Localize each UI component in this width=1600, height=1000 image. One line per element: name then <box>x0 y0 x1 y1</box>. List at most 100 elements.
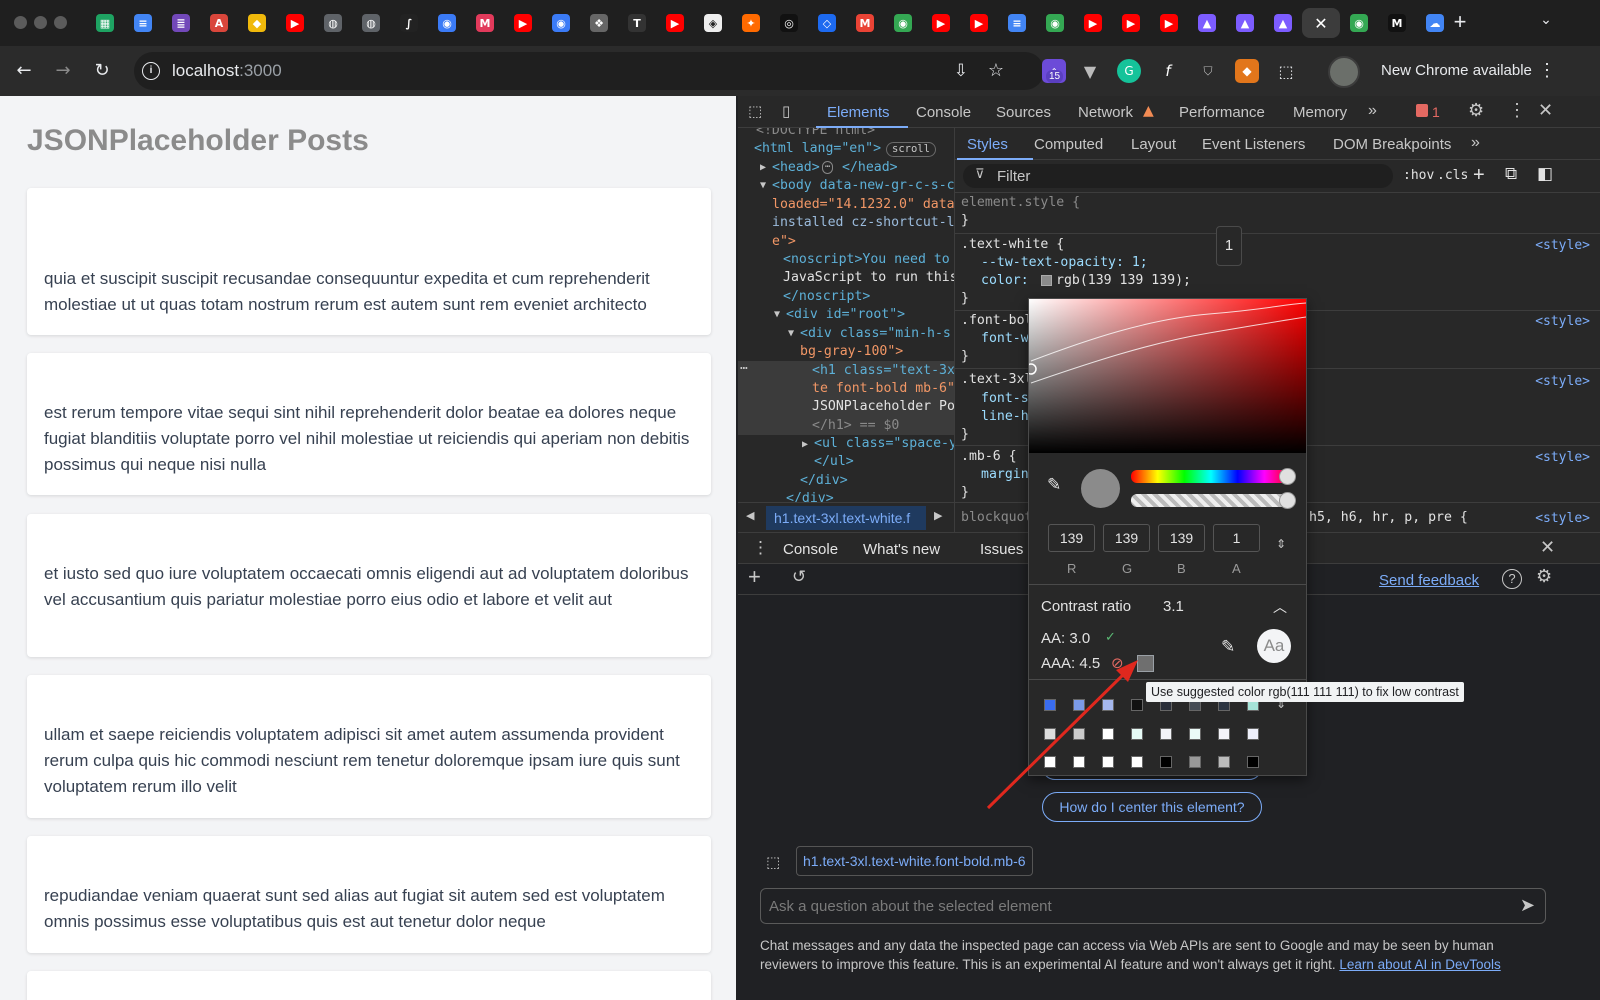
expand-arrow-icon[interactable]: ▶ <box>802 436 808 455</box>
ellipsis-badge[interactable]: ⋯ <box>822 161 834 174</box>
learn-more-link[interactable]: Learn about AI in DevTools <box>1339 957 1500 972</box>
forward-icon[interactable]: → <box>50 58 76 84</box>
drawer-tab-whats-new[interactable]: What's new <box>863 541 940 558</box>
style-property[interactable]: margin <box>981 466 1029 485</box>
browser-tab[interactable]: ▲ <box>1226 8 1264 38</box>
mb-6-selector[interactable]: .mb-6 { <box>961 448 1017 467</box>
rendering-emulation-icon[interactable]: ⧉ <box>1505 164 1517 184</box>
collapse-arrow-icon[interactable]: ▼ <box>774 306 780 325</box>
tab-network[interactable]: Network <box>1078 104 1133 121</box>
tab-elements[interactable]: Elements <box>827 104 890 121</box>
style-source-link[interactable]: <style> <box>1535 314 1590 329</box>
vue-devtools-icon[interactable]: ▼ <box>1078 59 1102 83</box>
more-tabs-icon[interactable]: » <box>1368 102 1377 120</box>
scroll-badge[interactable]: scroll <box>886 142 936 157</box>
drawer-settings-icon[interactable]: ⚙ <box>1536 566 1552 587</box>
tab-layout[interactable]: Layout <box>1131 136 1176 153</box>
browser-tab[interactable]: ≡ <box>998 8 1036 38</box>
browser-tab[interactable]: A <box>200 8 238 38</box>
browser-tab[interactable]: ◉ <box>1340 8 1378 38</box>
dom-line-noscript-close[interactable]: </noscript> <box>783 288 870 307</box>
devtools-kebab-icon[interactable]: ⋮ <box>1508 100 1526 121</box>
tab-styles[interactable]: Styles <box>967 136 1008 153</box>
styles-filter-input[interactable]: ⊽ Filter <box>963 164 1393 188</box>
issues-icon[interactable] <box>1416 104 1428 117</box>
browser-tab[interactable]: ◉ <box>542 8 580 38</box>
dom-line-h1-close[interactable]: </h1> == $0 <box>812 417 899 436</box>
browser-tab[interactable]: ◇ <box>808 8 846 38</box>
style-source-link[interactable]: <style> <box>1535 374 1590 389</box>
dom-line-head[interactable]: <head> <box>772 159 820 178</box>
dom-line-div-close[interactable]: </div> <box>800 472 848 491</box>
browser-tab[interactable]: ▶ <box>1150 8 1188 38</box>
close-drawer-icon[interactable]: ✕ <box>1540 537 1555 558</box>
dom-line-doctype[interactable]: <!DOCTYPE html> <box>756 128 875 141</box>
browser-tab[interactable]: ◍ <box>352 8 390 38</box>
chevron-up-icon[interactable]: ︿ <box>1273 597 1287 617</box>
browser-tab[interactable]: ▲ <box>1188 8 1226 38</box>
inspect-element-icon[interactable]: ⬚ <box>748 102 768 122</box>
close-icon[interactable]: ✕ <box>1314 14 1327 33</box>
extensions-puzzle-icon[interactable]: ⬚ <box>1274 59 1298 83</box>
dom-line-div-close[interactable]: </div> <box>786 490 834 502</box>
style-property-value[interactable]: rgb(139 139 139); <box>1056 272 1191 291</box>
dom-line-ul-close[interactable]: </ul> <box>814 453 854 472</box>
format-toggle-icon[interactable]: ⇕ <box>1276 537 1286 551</box>
dom-line-html[interactable]: <html lang="en"> <box>754 140 881 159</box>
browser-tab[interactable]: ▶ <box>656 8 694 38</box>
style-source-link[interactable]: <style> <box>1535 238 1590 253</box>
node-actions-icon[interactable]: ⋯ <box>740 360 748 379</box>
palette-swatch[interactable] <box>1247 728 1259 740</box>
palette-swatch[interactable] <box>1189 756 1201 768</box>
help-icon[interactable]: ? <box>1502 569 1522 589</box>
new-tab-button[interactable]: + <box>1448 10 1472 34</box>
breadcrumb-right-icon[interactable]: ▶ <box>934 509 942 522</box>
blockquote-selector[interactable]: blockquot <box>961 509 1032 528</box>
settings-gear-icon[interactable]: ⚙ <box>1468 100 1484 121</box>
blue-input[interactable]: 139 <box>1158 524 1205 552</box>
install-app-icon[interactable]: ⇩ <box>954 61 968 81</box>
kebab-menu-icon[interactable]: ⋮ <box>1538 60 1556 81</box>
browser-tab[interactable]: ∫ <box>390 8 428 38</box>
browser-tab[interactable]: ▶ <box>1112 8 1150 38</box>
send-feedback-link[interactable]: Send feedback <box>1379 572 1479 589</box>
tab-memory[interactable]: Memory <box>1293 104 1347 121</box>
style-source-link[interactable]: <style> <box>1535 511 1590 526</box>
palette-swatch[interactable] <box>1160 756 1172 768</box>
metamask-icon[interactable]: ◆ <box>1235 59 1259 83</box>
tab-console[interactable]: Console <box>916 104 971 121</box>
tab-search-icon[interactable]: ⌄ <box>1536 12 1556 32</box>
close-window-button[interactable] <box>14 16 27 29</box>
collapse-arrow-icon[interactable]: ▼ <box>788 325 794 344</box>
collapse-arrow-icon[interactable]: ▼ <box>760 177 766 196</box>
browser-tab[interactable]: T <box>618 8 656 38</box>
hue-handle[interactable] <box>1279 468 1296 485</box>
ask-ai-input[interactable]: Ask a question about the selected elemen… <box>760 888 1546 924</box>
style-property[interactable]: font-s <box>981 390 1029 409</box>
color-swatch[interactable] <box>1041 275 1052 286</box>
browser-tab[interactable]: ✦ <box>732 8 770 38</box>
maximize-window-button[interactable] <box>54 16 67 29</box>
browser-tab[interactable]: ▶ <box>276 8 314 38</box>
tab-sources[interactable]: Sources <box>996 104 1051 121</box>
drawer-tab-console[interactable]: Console <box>783 541 838 558</box>
browser-tab[interactable]: ▶ <box>960 8 998 38</box>
device-toolbar-icon[interactable]: ▯ <box>782 102 802 122</box>
avatar[interactable] <box>1328 56 1360 88</box>
reload-icon[interactable]: ↻ <box>89 58 115 84</box>
browser-tab[interactable]: M <box>846 8 884 38</box>
address-bar[interactable]: i localhost:3000 ⇩ ☆ <box>134 52 1044 90</box>
tab-performance[interactable]: Performance <box>1179 104 1265 121</box>
site-info-icon[interactable]: i <box>142 62 160 80</box>
alpha-slider[interactable] <box>1131 494 1291 507</box>
eyedropper-icon[interactable]: ✎ <box>1047 475 1061 495</box>
browser-tab[interactable]: ≣ <box>162 8 200 38</box>
cls-toggle[interactable]: .cls <box>1437 168 1468 183</box>
alpha-input[interactable]: 1 <box>1213 524 1260 552</box>
dom-line-h1[interactable]: <h1 class="text-3x <box>812 362 954 381</box>
style-property[interactable]: --tw-text-opacity: 1; <box>981 254 1148 273</box>
formula-icon[interactable]: f <box>1156 59 1180 83</box>
browser-tab[interactable]: ◆ <box>238 8 276 38</box>
browser-tab[interactable]: ▦ <box>86 8 124 38</box>
browser-tab[interactable]: ◍ <box>314 8 352 38</box>
